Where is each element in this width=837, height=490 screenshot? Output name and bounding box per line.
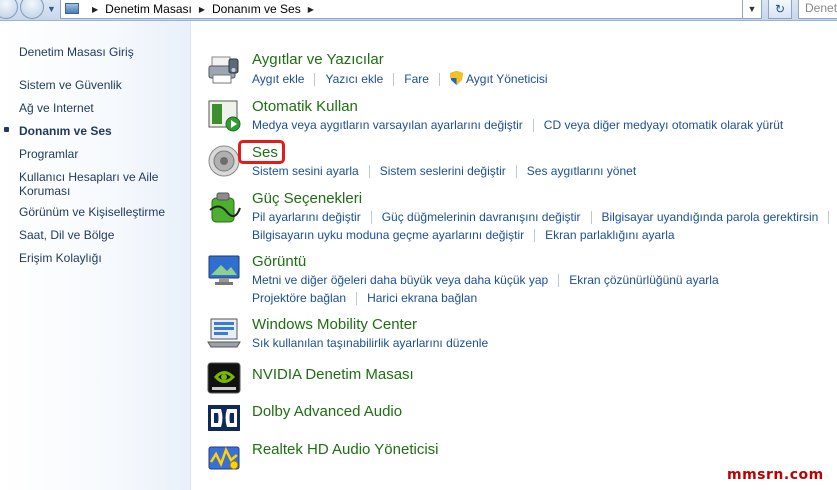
divider: [515, 165, 517, 179]
sidebar-item-ease-of-access[interactable]: Erişim Kolaylığı: [19, 251, 184, 265]
media-defaults-link[interactable]: Medya veya aygıtların varsayılan ayarlar…: [252, 118, 523, 132]
display-icon[interactable]: [207, 253, 241, 287]
divider: [370, 211, 372, 225]
category-links: Aygıt ekle Yazıcı ekle Fare Aygıt Yöneticis…: [252, 71, 548, 87]
category-title[interactable]: Görüntü: [252, 253, 306, 270]
category-title[interactable]: Windows Mobility Center: [252, 316, 417, 333]
speaker-icon[interactable]: [207, 144, 241, 178]
category-title[interactable]: Otomatik Kullan: [252, 98, 358, 115]
projector-link[interactable]: Projektöre bağlan: [252, 291, 346, 305]
divider: [368, 165, 370, 179]
active-bullet-icon: [4, 127, 9, 132]
recent-pages-dropdown-icon[interactable]: ▼: [47, 4, 56, 14]
divider: [534, 229, 536, 243]
divider: [356, 292, 358, 306]
external-display-link[interactable]: Harici ekrana bağlan: [367, 291, 477, 305]
divider: [828, 211, 830, 225]
realtek-icon[interactable]: [207, 440, 241, 474]
cd-autoplay-link[interactable]: CD veya diğer medyayı otomatik olarak yü…: [544, 118, 783, 132]
mouse-link[interactable]: Fare: [404, 72, 429, 86]
dolby-icon[interactable]: [207, 401, 241, 435]
wakeup-password-link[interactable]: Bilgisayar uyandığında parola gerektirsi…: [602, 210, 819, 224]
sidebar-item-hardware-sound[interactable]: Donanım ve Ses: [19, 124, 184, 138]
divider: [590, 211, 592, 225]
sidebar-item-system-security[interactable]: Sistem ve Güvenlik: [19, 78, 184, 92]
divider: [558, 274, 560, 288]
add-printer-link[interactable]: Yazıcı ekle: [325, 72, 383, 86]
sleep-settings-link[interactable]: Bilgisayarın uyku moduna geçme ayarların…: [252, 228, 524, 242]
device-manager-link[interactable]: Aygıt Yöneticisi: [466, 72, 548, 86]
category-links: Metni ve diğer öğeleri daha büyük veya d…: [252, 273, 719, 288]
main-content: Aygıtlar ve Yazıcılar Aygıt ekle Yazıcı e…: [191, 21, 837, 490]
printer-icon[interactable]: [207, 53, 241, 87]
search-input[interactable]: Denetim: [798, 0, 837, 19]
sidebar-item-user-accounts[interactable]: Kullanıcı Hesapları ve Aile Koruması: [19, 170, 184, 198]
back-button[interactable]: [0, 0, 18, 19]
sidebar-item-home[interactable]: Denetim Masası Giriş: [19, 45, 184, 59]
mobility-center-icon[interactable]: [207, 316, 241, 350]
nvidia-icon[interactable]: [207, 361, 241, 395]
breadcrumb-separator-icon[interactable]: ▶: [199, 5, 205, 14]
resolution-link[interactable]: Ekran çözünürlüğünü ayarla: [569, 273, 718, 287]
divider: [393, 73, 395, 87]
adjust-volume-link[interactable]: Sistem sesini ayarla: [252, 164, 359, 178]
category-links: Medya veya aygıtların varsayılan ayarlar…: [252, 118, 783, 133]
breadcrumb-control-panel[interactable]: Denetim Masası: [105, 2, 192, 16]
text-size-link[interactable]: Metni ve diğer öğeleri daha büyük veya d…: [252, 273, 548, 287]
category-title[interactable]: Güç Seçenekleri: [252, 190, 362, 207]
mobility-settings-link[interactable]: Sık kullanılan taşınabilirlik ayarlarını…: [252, 336, 488, 350]
category-links: Pil ayarlarını değiştir Güç düğmelerinin …: [252, 210, 837, 225]
address-bar: ▼ ▶ Denetim Masası ▶ Donanım ve Ses ▶ ▼ ↻ De…: [0, 0, 837, 21]
breadcrumb-separator-icon[interactable]: ▶: [308, 5, 314, 14]
sidebar-item-appearance[interactable]: Görünüm ve Kişiselleştirme: [19, 205, 184, 219]
sidebar-item-programs[interactable]: Programlar: [19, 147, 184, 161]
category-links: Projektöre bağlan Harici ekrana bağlan: [252, 291, 477, 306]
category-links: Sistem sesini ayarla Sistem seslerini değ…: [252, 164, 636, 179]
brightness-link[interactable]: Ekran parlaklığını ayarla: [545, 228, 674, 242]
manage-audio-devices-link[interactable]: Ses aygıtlarını yönet: [527, 164, 636, 178]
refresh-icon[interactable]: ↻: [768, 0, 792, 19]
battery-settings-link[interactable]: Pil ayarlarını değiştir: [252, 210, 361, 224]
address-dropdown-icon[interactable]: ▼: [742, 0, 762, 19]
forward-button[interactable]: [20, 0, 44, 19]
sidebar: Denetim Masası Giriş Sistem ve Güvenlik …: [0, 21, 191, 490]
category-links: Sık kullanılan taşınabilirlik ayarlarını…: [252, 336, 488, 350]
sidebar-item-network[interactable]: Ağ ve Internet: [19, 101, 184, 115]
divider: [532, 119, 534, 133]
breadcrumb-separator-icon[interactable]: ▶: [92, 5, 98, 14]
category-title[interactable]: Realtek HD Audio Yöneticisi: [252, 441, 439, 458]
category-links: Bilgisayarın uyku moduna geçme ayarların…: [252, 228, 675, 243]
breadcrumb-hardware-sound[interactable]: Donanım ve Ses: [212, 2, 301, 16]
add-device-link[interactable]: Aygıt ekle: [252, 72, 304, 86]
category-title[interactable]: Aygıtlar ve Yazıcılar: [252, 51, 384, 68]
breadcrumb: ▶ Denetim Masası ▶ Donanım ve Ses ▶: [85, 2, 321, 16]
change-sounds-link[interactable]: Sistem seslerini değiştir: [380, 164, 506, 178]
watermark: mmsrn.com: [727, 467, 824, 483]
address-field[interactable]: ▶ Denetim Masası ▶ Donanım ve Ses ▶: [60, 0, 760, 19]
control-panel-icon: [65, 3, 79, 14]
highlight-box: [238, 140, 285, 164]
sidebar-item-clock-language[interactable]: Saat, Dil ve Bölge: [19, 228, 184, 242]
divider: [438, 73, 440, 87]
autoplay-icon[interactable]: [207, 98, 241, 132]
power-buttons-link[interactable]: Güç düğmelerinin davranışını değiştir: [382, 210, 581, 224]
category-title[interactable]: NVIDIA Denetim Masası: [252, 366, 414, 383]
category-title[interactable]: Dolby Advanced Audio: [252, 403, 402, 420]
divider: [314, 73, 316, 87]
uac-shield-icon: [449, 71, 463, 85]
power-options-icon[interactable]: [207, 190, 241, 224]
